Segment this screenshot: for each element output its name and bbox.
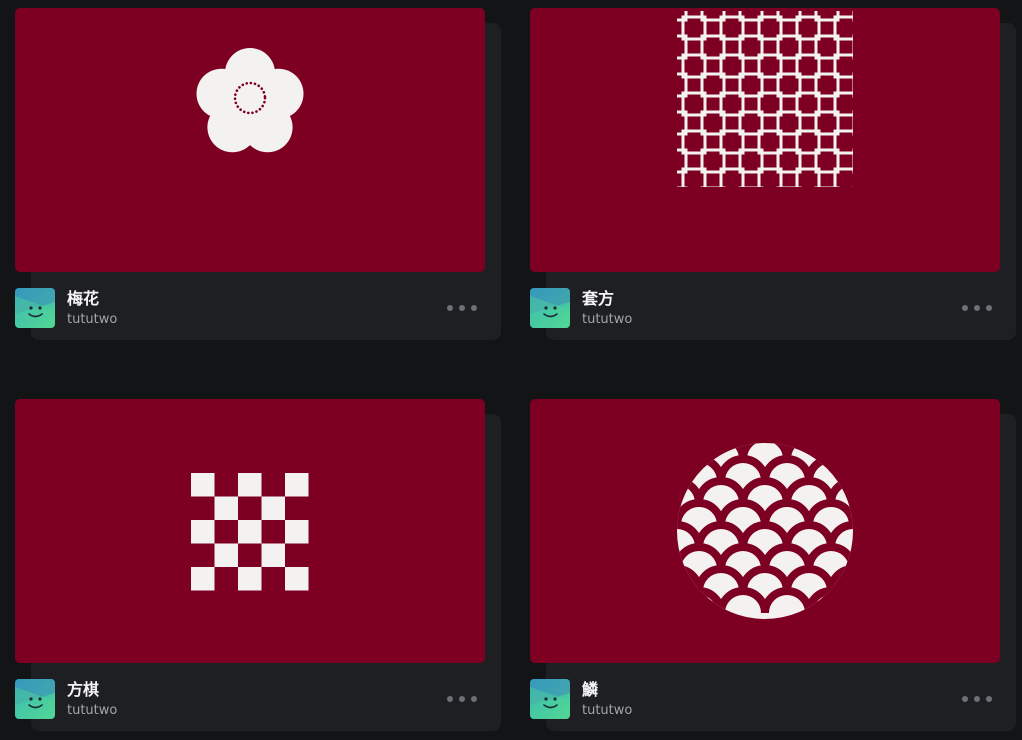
more-horizontal-icon[interactable]	[447, 300, 477, 316]
card-author[interactable]: tututwo	[582, 703, 632, 719]
card-title[interactable]: 鱗	[582, 680, 598, 700]
project-card[interactable]: 方棋 tututwo	[15, 399, 501, 731]
card-title[interactable]: 方棋	[67, 680, 99, 700]
card-thumbnail[interactable]	[15, 8, 485, 272]
project-card[interactable]: 梅花 tututwo	[15, 8, 501, 340]
card-thumbnail[interactable]	[15, 399, 485, 663]
card-author[interactable]: tututwo	[67, 312, 117, 328]
card-meta: 方棋 tututwo	[15, 679, 485, 719]
avatar[interactable]	[530, 679, 570, 719]
interlocking-squares-pattern	[530, 8, 1000, 272]
project-card[interactable]: 套方 tututwo	[530, 8, 1016, 340]
more-horizontal-icon[interactable]	[447, 691, 477, 707]
avatar[interactable]	[15, 679, 55, 719]
avatar[interactable]	[15, 288, 55, 328]
project-card[interactable]: 鱗 tututwo	[530, 399, 1016, 731]
fish-scale-pattern	[530, 399, 1000, 663]
card-author[interactable]: tututwo	[582, 312, 632, 328]
more-horizontal-icon[interactable]	[962, 300, 992, 316]
card-author[interactable]: tututwo	[67, 703, 117, 719]
card-thumbnail[interactable]	[530, 8, 1000, 272]
card-meta: 梅花 tututwo	[15, 288, 485, 328]
more-horizontal-icon[interactable]	[962, 691, 992, 707]
avatar[interactable]	[530, 288, 570, 328]
card-meta: 套方 tututwo	[530, 288, 1000, 328]
card-meta: 鱗 tututwo	[530, 679, 1000, 719]
checkerboard-pattern	[15, 399, 485, 663]
card-title[interactable]: 梅花	[67, 289, 99, 309]
card-title[interactable]: 套方	[582, 289, 614, 309]
card-thumbnail[interactable]	[530, 399, 1000, 663]
plum-blossom-pattern	[15, 8, 485, 272]
